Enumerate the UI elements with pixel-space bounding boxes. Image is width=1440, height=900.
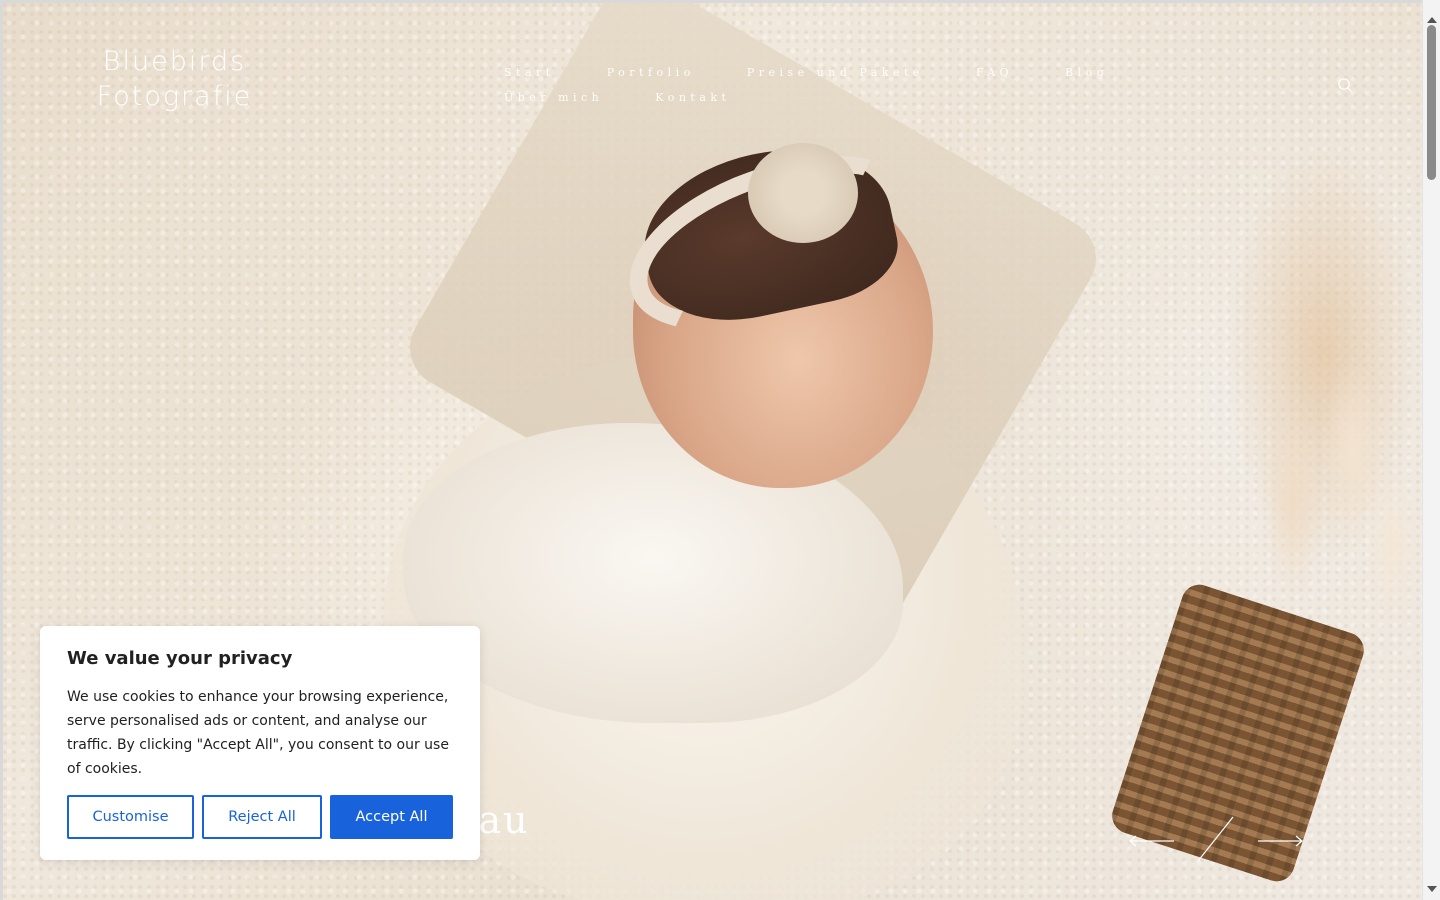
logo-line-2: Fotografie [96,81,253,112]
nav-item-kontakt[interactable]: Kontakt [655,91,730,104]
hero-bow [748,143,858,243]
arrow-left-icon[interactable] [1128,833,1176,847]
search-icon[interactable] [1337,77,1353,93]
scrollbar-thumb[interactable] [1427,25,1436,180]
slider-separator [1195,815,1235,863]
cookie-banner-actions: Customise Reject All Accept All [67,795,453,839]
cookie-banner-title: We value your privacy [67,648,293,669]
scroll-down-arrow-icon[interactable] [1427,886,1437,892]
main-navigation: Start Portfolio Preise und Pakete FAQ Bl… [504,60,1144,110]
nav-row-2: Über mich Kontakt [504,85,1144,110]
site-logo[interactable]: Bluebirds Fotografie [92,44,257,114]
reject-all-button[interactable]: Reject All [202,795,322,839]
accept-all-button[interactable]: Accept All [330,795,453,839]
customise-button[interactable]: Customise [67,795,194,839]
cookie-consent-banner: We value your privacy We use cookies to … [40,626,480,860]
arrow-right-icon[interactable] [1256,833,1304,847]
nav-item-portfolio[interactable]: Portfolio [607,66,695,79]
nav-item-start[interactable]: Start [504,66,555,79]
nav-item-blog[interactable]: Blog [1065,66,1108,79]
nav-item-faq[interactable]: FAQ [976,66,1013,79]
page-scrollbar[interactable] [1422,0,1440,900]
cookie-banner-text: We use cookies to enhance your browsing … [67,689,449,777]
nav-item-ueber-mich[interactable]: Über mich [504,91,603,104]
scroll-up-arrow-icon[interactable] [1427,17,1437,23]
nav-row-1: Start Portfolio Preise und Pakete FAQ Bl… [504,60,1144,85]
nav-item-preise-und-pakete[interactable]: Preise und Pakete [747,66,924,79]
logo-line-1: Bluebirds [102,46,247,77]
